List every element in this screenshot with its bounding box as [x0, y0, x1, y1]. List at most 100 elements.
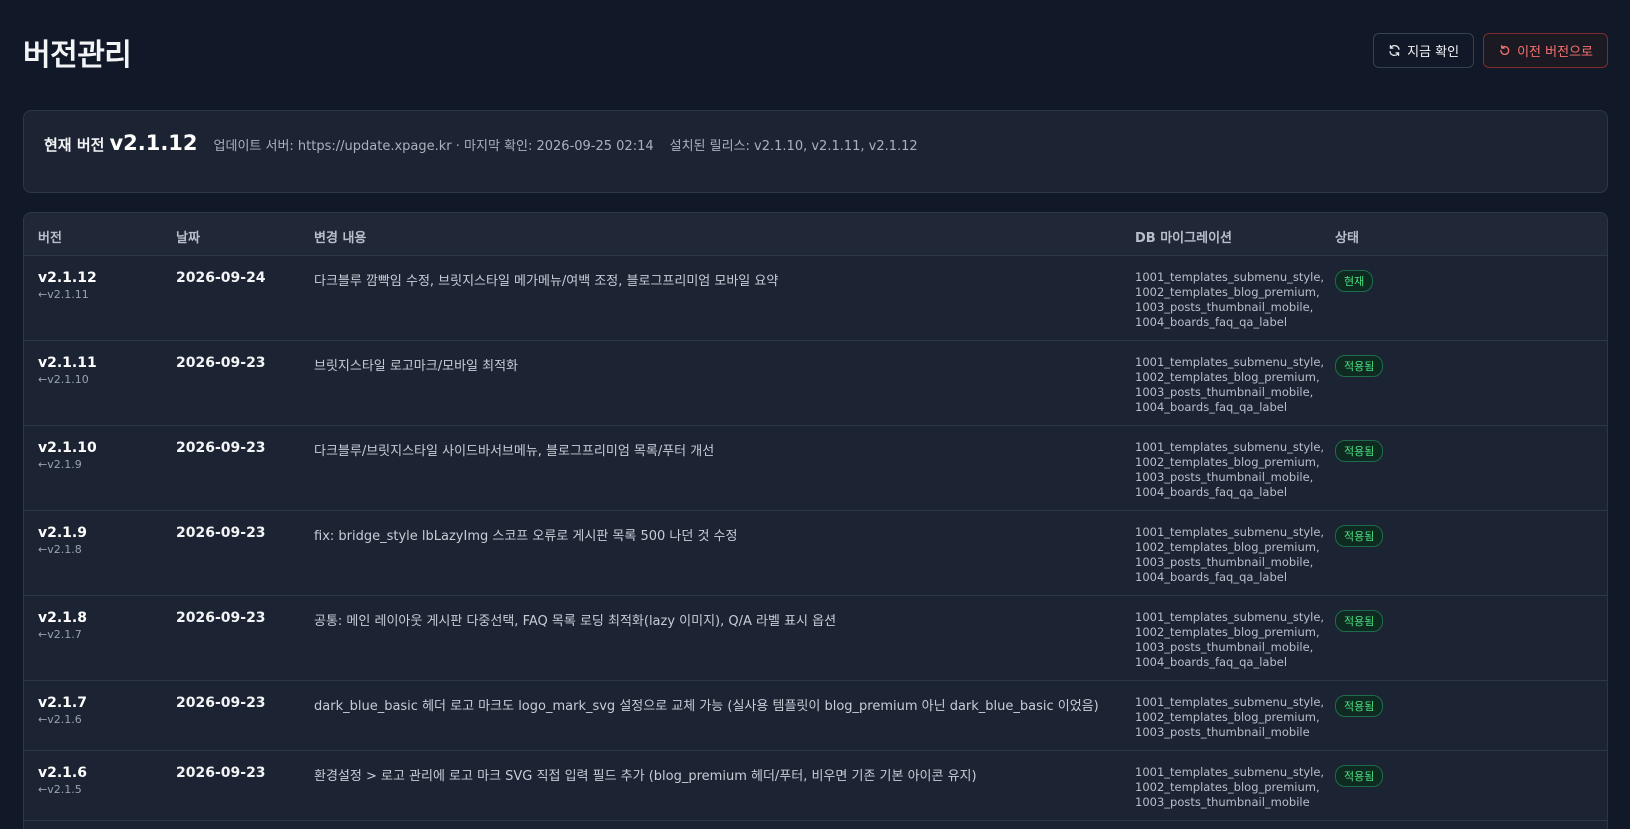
migration-item: 1002_templates_blog_premium,	[1135, 710, 1320, 724]
migration-item: 1004_boards_faq_qa_label	[1135, 485, 1288, 499]
status-cell: 적용됨	[1335, 695, 1384, 717]
migration-item: 1003_posts_thumbnail_mobile	[1135, 725, 1310, 739]
status-cell: 적용됨	[1335, 765, 1384, 787]
previous-version: ←v2.1.7	[38, 628, 82, 641]
release-date: 2026-09-23	[176, 440, 266, 456]
version-number: v2.1.8	[38, 610, 87, 626]
migration-item: 1002_templates_blog_premium,	[1135, 370, 1320, 384]
current-version-value: v2.1.12	[109, 131, 198, 155]
migration-item: 1004_boards_faq_qa_label	[1135, 655, 1288, 669]
column-header-version: 버전	[38, 231, 62, 246]
migration-item: 1004_boards_faq_qa_label	[1135, 570, 1288, 584]
status-badge: 적용됨	[1335, 355, 1384, 377]
status-badge: 적용됨	[1335, 525, 1384, 547]
change-description: 브릿지스타일 로고마크/모바일 최적화	[314, 359, 519, 374]
table-row: v2.1.6 ←v2.1.5 2026-09-23 환경설정 > 로고 관리에 …	[24, 751, 1607, 821]
change-description: 환경설정 > 로고 관리에 로고 마크 SVG 직접 입력 필드 추가 (blo…	[314, 769, 977, 784]
release-date: 2026-09-23	[176, 525, 266, 541]
status-cell: 적용됨	[1335, 355, 1384, 377]
release-date: 2026-09-24	[176, 270, 266, 286]
change-description: 다크블루 깜빡임 수정, 브릿지스타일 메가메뉴/여백 조정, 블로그프리미엄 …	[314, 274, 779, 289]
status-cell: 적용됨	[1335, 610, 1384, 632]
migration-item: 1002_templates_blog_premium,	[1135, 780, 1320, 794]
previous-version: ←v2.1.6	[38, 713, 82, 726]
check-now-label: 지금 확인	[1407, 45, 1460, 60]
table-row: v2.1.8 ←v2.1.7 2026-09-23 공통: 메인 레이아웃 게시…	[24, 596, 1607, 681]
version-cell: v2.1.8 ←v2.1.7	[38, 610, 87, 641]
column-header-status: 상태	[1335, 231, 1359, 246]
version-cell: v2.1.9 ←v2.1.8	[38, 525, 87, 556]
migration-item: 1003_posts_thumbnail_mobile	[1135, 795, 1310, 809]
column-header-changes: 변경 내용	[314, 231, 367, 246]
rollback-button[interactable]: 이전 버전으로	[1483, 33, 1608, 68]
table-row: v2.1.9 ←v2.1.8 2026-09-23 fix: bridge_st…	[24, 511, 1607, 596]
table-header: 버전 날짜 변경 내용 DB 마이그레이션 상태	[24, 213, 1607, 256]
column-header-db-migration: DB 마이그레이션	[1135, 231, 1232, 246]
release-date: 2026-09-23	[176, 765, 266, 781]
previous-version: ←v2.1.11	[38, 288, 89, 301]
table-row: v2.1.12 ←v2.1.11 2026-09-24 다크블루 깜빡임 수정,…	[24, 256, 1607, 341]
current-version-summary: 현재 버전 v2.1.12 업데이트 서버: https://update.xp…	[23, 110, 1608, 193]
migration-item: 1001_templates_submenu_style,	[1135, 525, 1325, 539]
migration-item: 1003_posts_thumbnail_mobile,	[1135, 555, 1314, 569]
installed-releases: 설치된 릴리스: v2.1.10, v2.1.11, v2.1.12	[669, 139, 918, 154]
table-row: v2.1.10 ←v2.1.9 2026-09-23 다크블루/브릿지스타일 사…	[24, 426, 1607, 511]
change-description: 다크블루/브릿지스타일 사이드바서브메뉴, 블로그프리미엄 목록/푸터 개선	[314, 444, 715, 459]
status-cell: 현재	[1335, 270, 1374, 292]
version-number: v2.1.10	[38, 440, 97, 456]
db-migration-list: 1001_templates_submenu_style, 1002_templ…	[1135, 525, 1324, 585]
version-management-page: 버전관리 지금 확인 이전 버전으로 현재 버전 v2.1.12 업데이트 서버…	[23, 0, 1608, 829]
version-cell: v2.1.6 ←v2.1.5	[38, 765, 87, 796]
version-number: v2.1.11	[38, 355, 97, 371]
release-date: 2026-09-23	[176, 695, 266, 711]
previous-version: ←v2.1.9	[38, 458, 82, 471]
change-description: fix: bridge_style lbLazyImg 스코프 오류로 게시판 …	[314, 529, 738, 544]
previous-version: ←v2.1.5	[38, 783, 82, 796]
migration-item: 1003_posts_thumbnail_mobile,	[1135, 385, 1314, 399]
migration-item: 1001_templates_submenu_style,	[1135, 695, 1325, 709]
db-migration-list: 1001_templates_submenu_style, 1002_templ…	[1135, 695, 1324, 740]
versions-table: 버전 날짜 변경 내용 DB 마이그레이션 상태 v2.1.12 ←v2.1.1…	[23, 212, 1608, 829]
release-date: 2026-09-23	[176, 610, 266, 626]
migration-item: 1002_templates_blog_premium,	[1135, 455, 1320, 469]
migration-item: 1004_boards_faq_qa_label	[1135, 400, 1288, 414]
status-badge: 적용됨	[1335, 695, 1384, 717]
version-number: v2.1.9	[38, 525, 87, 541]
page-header: 버전관리 지금 확인 이전 버전으로	[23, 0, 1608, 108]
version-number: v2.1.6	[38, 765, 87, 781]
previous-version: ←v2.1.10	[38, 373, 89, 386]
version-number: v2.1.12	[38, 270, 97, 286]
status-badge: 적용됨	[1335, 610, 1384, 632]
server-info: 업데이트 서버: https://update.xpage.kr · 마지막 확…	[213, 139, 654, 154]
current-version-label: 현재 버전	[44, 136, 105, 154]
rollback-label: 이전 버전으로	[1517, 45, 1593, 60]
migration-item: 1003_posts_thumbnail_mobile,	[1135, 470, 1314, 484]
status-badge: 현재	[1335, 270, 1374, 292]
migration-item: 1001_templates_submenu_style,	[1135, 355, 1325, 369]
version-cell: v2.1.12 ←v2.1.11	[38, 270, 97, 301]
migration-item: 1004_boards_faq_qa_label	[1135, 315, 1288, 329]
refresh-icon	[1389, 44, 1400, 57]
version-cell: v2.1.7 ←v2.1.6	[38, 695, 87, 726]
column-header-date: 날짜	[176, 231, 200, 246]
migration-item: 1001_templates_submenu_style,	[1135, 440, 1325, 454]
page-title: 버전관리	[23, 38, 132, 73]
version-cell: v2.1.10 ←v2.1.9	[38, 440, 97, 471]
db-migration-list: 1001_templates_submenu_style, 1002_templ…	[1135, 610, 1324, 670]
version-number: v2.1.7	[38, 695, 87, 711]
migration-item: 1001_templates_submenu_style,	[1135, 610, 1325, 624]
check-now-button[interactable]: 지금 확인	[1373, 33, 1475, 68]
table-row: v2.1.11 ←v2.1.10 2026-09-23 브릿지스타일 로고마크/…	[24, 341, 1607, 426]
status-cell: 적용됨	[1335, 440, 1384, 462]
migration-item: 1002_templates_blog_premium,	[1135, 285, 1320, 299]
db-migration-list: 1001_templates_submenu_style, 1002_templ…	[1135, 765, 1324, 810]
migration-item: 1003_posts_thumbnail_mobile,	[1135, 300, 1314, 314]
status-cell: 적용됨	[1335, 525, 1384, 547]
summary-line: 현재 버전 v2.1.12 업데이트 서버: https://update.xp…	[44, 131, 918, 155]
status-badge: 적용됨	[1335, 440, 1384, 462]
release-date: 2026-09-23	[176, 355, 266, 371]
migration-item: 1002_templates_blog_premium,	[1135, 625, 1320, 639]
migration-item: 1003_posts_thumbnail_mobile,	[1135, 640, 1314, 654]
header-actions: 지금 확인 이전 버전으로	[1373, 33, 1608, 68]
version-cell: v2.1.11 ←v2.1.10	[38, 355, 97, 386]
